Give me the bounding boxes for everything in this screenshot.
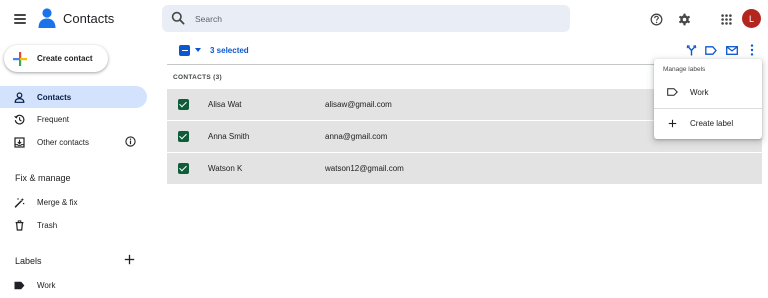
add-label-plus-icon[interactable] — [124, 254, 135, 265]
send-email-icon[interactable] — [726, 44, 738, 56]
select-options-caret-icon[interactable] — [195, 48, 201, 52]
multicolor-plus-icon — [13, 51, 27, 66]
sidebar-item-frequent[interactable]: Frequent — [0, 108, 147, 130]
sidebar-item-label: Trash — [37, 220, 58, 230]
apps-grid-icon[interactable] — [718, 11, 734, 27]
table-row[interactable]: Watson K watson12@gmail.com — [167, 153, 762, 184]
labels-heading: Labels — [15, 256, 42, 266]
contacts-logo-icon — [38, 8, 56, 28]
sidebar-item-label: Merge & fix — [37, 197, 78, 207]
plus-icon — [667, 118, 678, 129]
selected-count: 3 selected — [210, 46, 249, 55]
app-title: Contacts — [63, 11, 115, 26]
more-vert-icon[interactable] — [746, 44, 758, 56]
contact-name: Watson K — [208, 164, 243, 173]
row-checkbox[interactable] — [178, 163, 189, 174]
settings-gear-icon[interactable] — [676, 11, 692, 27]
info-icon[interactable] — [125, 136, 136, 147]
menu-item-label: Work — [690, 87, 709, 97]
label-filled-icon — [14, 280, 25, 291]
sidebar-item-label-work[interactable]: Work — [0, 274, 147, 296]
fix-manage-heading: Fix & manage — [15, 173, 71, 183]
inbox-download-icon — [14, 136, 25, 148]
menu-item-label: Create label — [690, 118, 734, 128]
contact-email: anna@gmail.com — [325, 132, 388, 141]
contact-name: Alisa Wat — [208, 100, 242, 109]
row-checkbox[interactable] — [178, 131, 189, 142]
manage-labels-icon[interactable] — [705, 44, 717, 56]
contact-email: alisaw@gmail.com — [325, 100, 392, 109]
account-avatar[interactable]: L — [742, 9, 761, 28]
menu-heading: Manage labels — [663, 66, 706, 73]
contact-email: watson12@gmail.com — [325, 164, 404, 173]
help-icon[interactable] — [648, 11, 664, 27]
select-all-checkbox[interactable] — [179, 45, 190, 56]
trash-icon — [14, 219, 25, 231]
sidebar-item-label: Frequent — [37, 114, 70, 124]
contacts-count-header: CONTACTS (3) — [173, 74, 222, 81]
sidebar-item-contacts[interactable]: Contacts — [0, 86, 147, 108]
sidebar-item-label: Contacts — [37, 92, 72, 102]
sidebar-item-trash[interactable]: Trash — [0, 214, 147, 236]
sidebar-item-merge-fix[interactable]: Merge & fix — [0, 191, 147, 213]
search-input[interactable] — [195, 12, 555, 26]
person-icon — [14, 91, 25, 103]
contact-name: Anna Smith — [208, 132, 250, 141]
search-icon[interactable] — [171, 11, 185, 25]
create-contact-label: Create contact — [37, 54, 93, 63]
sidebar-item-label: Other contacts — [37, 137, 90, 147]
create-contact-button[interactable]: Create contact — [4, 45, 108, 72]
menu-item-work[interactable]: Work — [654, 80, 762, 104]
history-icon — [14, 114, 25, 125]
sidebar-item-label: Work — [37, 280, 56, 290]
menu-divider — [654, 108, 762, 109]
main-menu-icon[interactable] — [14, 14, 26, 24]
menu-item-create-label[interactable]: Create label — [654, 111, 762, 135]
row-checkbox[interactable] — [178, 99, 189, 110]
label-outline-icon — [667, 87, 678, 98]
merge-icon[interactable] — [685, 44, 697, 56]
magic-wand-icon — [14, 197, 25, 208]
